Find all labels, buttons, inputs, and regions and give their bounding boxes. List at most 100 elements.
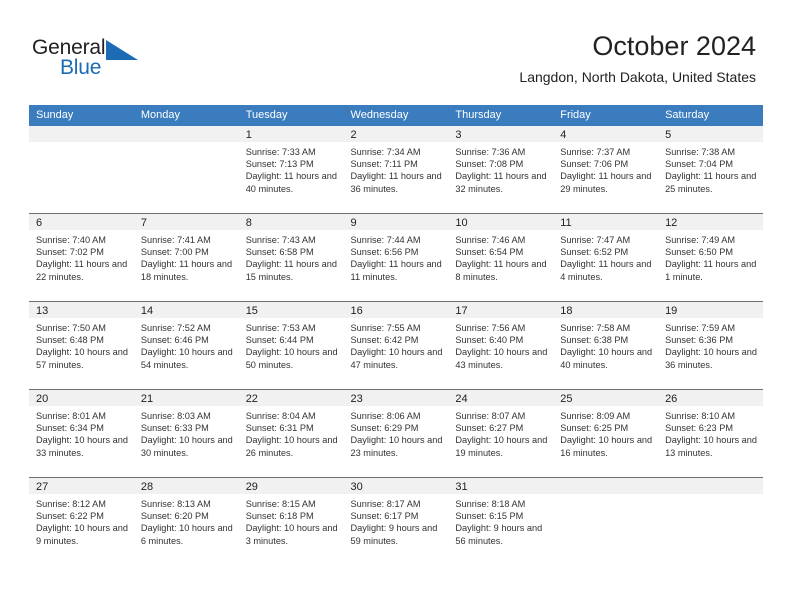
sunset-text: Sunset: 6:42 PM xyxy=(350,335,419,346)
weekday-header-tuesday: Tuesday xyxy=(238,105,344,126)
calendar-day-cell[interactable]: 25 Sunrise: 8:09 AM Sunset: 6:25 PM Dayligh… xyxy=(553,389,659,478)
calendar-day-cell[interactable]: 12 Sunrise: 7:49 AM Sunset: 6:50 PM Dayligh… xyxy=(658,213,763,302)
daylight-text: Daylight: 10 hours and 57 minutes. xyxy=(36,347,128,370)
sunrise-text: Sunrise: 7:50 AM xyxy=(36,323,106,333)
day-cell-content: 1 Sunrise: 7:33 AM Sunset: 7:13 PM Daylight… xyxy=(238,126,344,213)
calendar-day-cell[interactable]: 23 Sunrise: 8:06 AM Sunset: 6:29 PM Dayligh… xyxy=(343,389,449,478)
day-cell-content: 10 Sunrise: 7:46 AM Sunset: 6:54 PM Dayligh… xyxy=(448,214,554,301)
page-title: October 2024 xyxy=(592,31,756,61)
day-cell-content: 5 Sunrise: 7:38 AM Sunset: 7:04 PM Daylight… xyxy=(658,126,763,213)
calendar-day-cell[interactable]: 24 Sunrise: 8:07 AM Sunset: 6:27 PM Dayligh… xyxy=(448,389,554,478)
day-cell-content: 3 Sunrise: 7:36 AM Sunset: 7:08 PM Daylight… xyxy=(448,126,554,213)
day-details: Sunrise: 8:04 AM Sunset: 6:31 PM Daylight:… xyxy=(239,406,344,459)
day-details: Sunrise: 7:46 AM Sunset: 6:54 PM Daylight:… xyxy=(448,230,553,283)
calendar-day-cell[interactable]: 2 Sunrise: 7:34 AM Sunset: 7:11 PM Daylight… xyxy=(343,126,449,214)
day-details: Sunrise: 8:07 AM Sunset: 6:27 PM Daylight:… xyxy=(448,406,553,459)
day-number: 17 xyxy=(448,302,554,318)
day-cell-content: 9 Sunrise: 7:44 AM Sunset: 6:56 PM Daylight… xyxy=(343,214,449,301)
day-details: Sunrise: 7:49 AM Sunset: 6:50 PM Daylight:… xyxy=(658,230,763,283)
calendar-day-cell[interactable]: 5 Sunrise: 7:38 AM Sunset: 7:04 PM Daylight… xyxy=(658,126,763,214)
sunset-text: Sunset: 6:54 PM xyxy=(455,247,524,258)
day-cell-content: 13 Sunrise: 7:50 AM Sunset: 6:48 PM Dayligh… xyxy=(29,302,134,389)
calendar-day-cell[interactable]: 18 Sunrise: 7:58 AM Sunset: 6:38 PM Dayligh… xyxy=(553,301,659,390)
sunset-text: Sunset: 6:33 PM xyxy=(140,423,209,434)
calendar-day-cell-empty xyxy=(29,126,134,214)
calendar-day-cell[interactable]: 6 Sunrise: 7:40 AM Sunset: 7:02 PM Daylight… xyxy=(29,213,134,302)
sunrise-text: Sunrise: 7:34 AM xyxy=(350,147,421,157)
sunset-text: Sunset: 7:04 PM xyxy=(665,159,733,170)
sunrise-text: Sunrise: 7:49 AM xyxy=(665,235,736,245)
day-number: 9 xyxy=(343,214,449,230)
day-number: 4 xyxy=(553,126,659,142)
day-details: Sunrise: 7:38 AM Sunset: 7:04 PM Daylight:… xyxy=(658,142,763,195)
sunset-text: Sunset: 6:46 PM xyxy=(140,335,209,346)
sunset-text: Sunset: 6:38 PM xyxy=(560,335,629,346)
calendar-day-cell[interactable]: 20 Sunrise: 8:01 AM Sunset: 6:34 PM Dayligh… xyxy=(29,389,134,478)
calendar-day-cell[interactable]: 17 Sunrise: 7:56 AM Sunset: 6:40 PM Dayligh… xyxy=(448,301,554,390)
daylight-text: Daylight: 11 hours and 22 minutes. xyxy=(36,259,128,282)
day-cell-content: 23 Sunrise: 8:06 AM Sunset: 6:29 PM Dayligh… xyxy=(343,390,449,477)
day-number: 30 xyxy=(343,478,449,494)
daylight-text: Daylight: 9 hours and 56 minutes. xyxy=(455,523,543,546)
calendar-grid: Sunday Monday Tuesday Wednesday Thursday… xyxy=(29,105,763,565)
day-details: Sunrise: 7:47 AM Sunset: 6:52 PM Daylight:… xyxy=(553,230,658,283)
calendar-day-cell[interactable]: 10 Sunrise: 7:46 AM Sunset: 6:54 PM Dayligh… xyxy=(448,213,554,302)
calendar-day-cell[interactable]: 27 Sunrise: 8:12 AM Sunset: 6:22 PM Dayligh… xyxy=(29,477,134,565)
sunset-text: Sunset: 6:58 PM xyxy=(245,247,314,258)
sunset-text: Sunset: 6:23 PM xyxy=(665,423,733,434)
calendar-day-cell[interactable]: 4 Sunrise: 7:37 AM Sunset: 7:06 PM Daylight… xyxy=(553,126,659,214)
calendar-day-cell[interactable]: 1 Sunrise: 7:33 AM Sunset: 7:13 PM Daylight… xyxy=(238,126,344,214)
sunset-text: Sunset: 6:36 PM xyxy=(665,335,733,346)
sunset-text: Sunset: 6:31 PM xyxy=(245,423,314,434)
daylight-text: Daylight: 11 hours and 8 minutes. xyxy=(455,259,547,282)
sunrise-text: Sunrise: 7:37 AM xyxy=(560,147,631,157)
daylight-text: Daylight: 10 hours and 40 minutes. xyxy=(560,347,653,370)
calendar-day-cell[interactable]: 7 Sunrise: 7:41 AM Sunset: 7:00 PM Daylight… xyxy=(133,213,239,302)
daylight-text: Daylight: 10 hours and 36 minutes. xyxy=(665,347,757,370)
sunrise-text: Sunrise: 8:06 AM xyxy=(350,411,421,421)
sunset-text: Sunset: 6:18 PM xyxy=(245,511,314,522)
calendar-day-cell[interactable]: 14 Sunrise: 7:52 AM Sunset: 6:46 PM Dayligh… xyxy=(133,301,239,390)
weekday-header-wednesday: Wednesday xyxy=(343,105,449,126)
day-cell-content: 28 Sunrise: 8:13 AM Sunset: 6:20 PM Dayligh… xyxy=(133,478,239,565)
daylight-text: Daylight: 9 hours and 59 minutes. xyxy=(350,523,438,546)
daylight-text: Daylight: 10 hours and 9 minutes. xyxy=(36,523,128,546)
day-cell-content: 29 Sunrise: 8:15 AM Sunset: 6:18 PM Dayligh… xyxy=(238,478,344,565)
calendar-day-cell[interactable]: 11 Sunrise: 7:47 AM Sunset: 6:52 PM Dayligh… xyxy=(553,213,659,302)
day-number: 25 xyxy=(553,390,659,406)
sunrise-text: Sunrise: 7:59 AM xyxy=(665,323,736,333)
day-cell-content: 24 Sunrise: 8:07 AM Sunset: 6:27 PM Dayligh… xyxy=(448,390,554,477)
calendar-day-cell[interactable]: 3 Sunrise: 7:36 AM Sunset: 7:08 PM Daylight… xyxy=(448,126,554,214)
day-number: 12 xyxy=(658,214,763,230)
sunset-text: Sunset: 6:34 PM xyxy=(36,423,104,434)
calendar-day-cell[interactable]: 31 Sunrise: 8:18 AM Sunset: 6:15 PM Dayligh… xyxy=(448,477,554,565)
day-details: Sunrise: 7:41 AM Sunset: 7:00 PM Daylight:… xyxy=(134,230,239,283)
calendar-day-cell[interactable]: 22 Sunrise: 8:04 AM Sunset: 6:31 PM Dayligh… xyxy=(238,389,344,478)
calendar-day-cell-empty xyxy=(658,477,763,565)
calendar-day-cell[interactable]: 13 Sunrise: 7:50 AM Sunset: 6:48 PM Dayligh… xyxy=(29,301,134,390)
calendar-day-cell[interactable]: 16 Sunrise: 7:55 AM Sunset: 6:42 PM Dayligh… xyxy=(343,301,449,390)
day-cell-content: 25 Sunrise: 8:09 AM Sunset: 6:25 PM Dayligh… xyxy=(553,390,659,477)
calendar-day-cell[interactable]: 9 Sunrise: 7:44 AM Sunset: 6:56 PM Daylight… xyxy=(343,213,449,302)
calendar-day-cell[interactable]: 28 Sunrise: 8:13 AM Sunset: 6:20 PM Dayligh… xyxy=(133,477,239,565)
general-blue-logo[interactable]: General Blue xyxy=(32,36,172,82)
calendar-day-cell[interactable]: 15 Sunrise: 7:53 AM Sunset: 6:44 PM Dayligh… xyxy=(238,301,344,390)
sunset-text: Sunset: 7:08 PM xyxy=(455,159,524,170)
day-number: 5 xyxy=(658,126,763,142)
day-number: 2 xyxy=(343,126,449,142)
calendar-day-cell[interactable]: 29 Sunrise: 8:15 AM Sunset: 6:18 PM Dayligh… xyxy=(238,477,344,565)
day-number: 11 xyxy=(553,214,659,230)
calendar-day-cell[interactable]: 26 Sunrise: 8:10 AM Sunset: 6:23 PM Dayligh… xyxy=(658,389,763,478)
day-details: Sunrise: 7:34 AM Sunset: 7:11 PM Daylight:… xyxy=(344,142,449,195)
calendar-day-cell[interactable]: 8 Sunrise: 7:43 AM Sunset: 6:58 PM Daylight… xyxy=(238,213,344,302)
sunset-text: Sunset: 7:02 PM xyxy=(36,247,104,258)
day-details: Sunrise: 7:36 AM Sunset: 7:08 PM Daylight:… xyxy=(448,142,553,195)
day-number: 31 xyxy=(448,478,554,494)
calendar-day-cell[interactable]: 19 Sunrise: 7:59 AM Sunset: 6:36 PM Dayligh… xyxy=(658,301,763,390)
calendar-day-cell[interactable]: 21 Sunrise: 8:03 AM Sunset: 6:33 PM Dayligh… xyxy=(133,389,239,478)
title-block: October 2024 Langdon, North Dakota, Unit… xyxy=(519,30,756,86)
calendar-day-cell[interactable]: 30 Sunrise: 8:17 AM Sunset: 6:17 PM Dayligh… xyxy=(343,477,449,565)
day-details: Sunrise: 7:44 AM Sunset: 6:56 PM Daylight:… xyxy=(344,230,449,283)
triangle-icon xyxy=(106,40,138,60)
daylight-text: Daylight: 10 hours and 6 minutes. xyxy=(140,523,233,546)
